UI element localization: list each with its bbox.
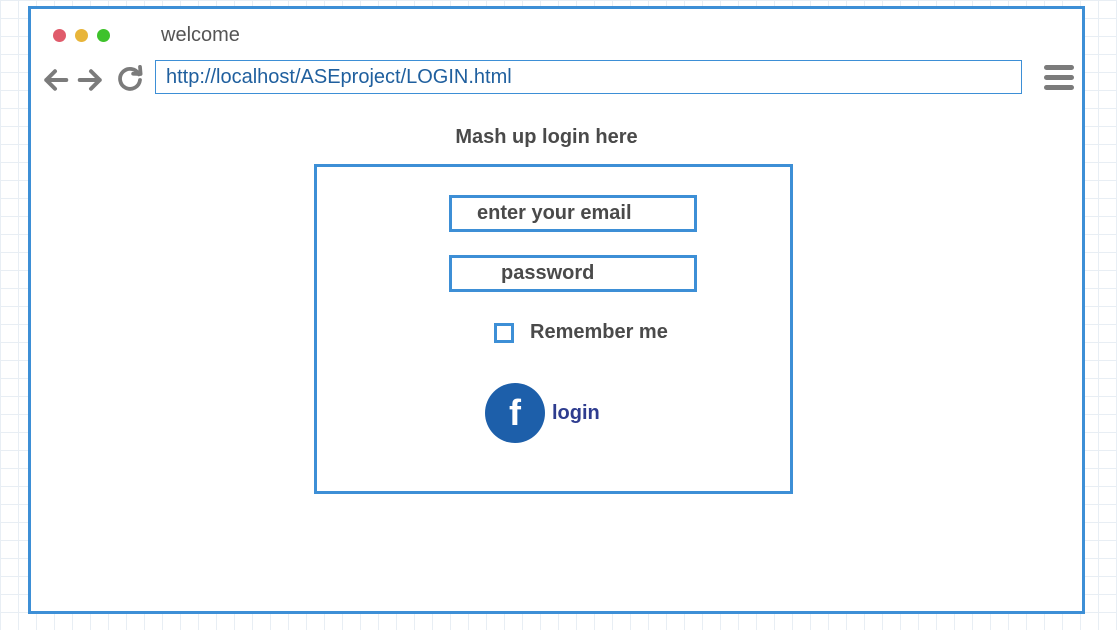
browser-window: welcome http://localhost/ASEproject/LOGI… (28, 6, 1085, 614)
window-controls (53, 29, 110, 42)
login-form: Remember me f login (314, 164, 793, 494)
password-field[interactable] (449, 255, 697, 292)
tab-title: welcome (161, 24, 240, 46)
maximize-dot[interactable] (97, 29, 110, 42)
menu-line (1044, 65, 1074, 70)
page-title: Mash up login here (455, 126, 638, 148)
email-field[interactable] (449, 195, 697, 232)
facebook-icon[interactable]: f (485, 383, 545, 443)
back-arrow-icon[interactable] (40, 65, 70, 95)
minimize-dot[interactable] (75, 29, 88, 42)
forward-arrow-icon[interactable] (76, 65, 106, 95)
menu-line (1044, 75, 1074, 80)
facebook-login-button[interactable]: f login (485, 383, 600, 443)
remember-me-checkbox[interactable] (494, 322, 514, 343)
login-link[interactable]: login (552, 402, 600, 425)
remember-me-label: Remember me (530, 321, 668, 343)
address-bar[interactable]: http://localhost/ASEproject/LOGIN.html (155, 60, 1022, 94)
close-dot[interactable] (53, 29, 66, 42)
remember-me-row: Remember me (494, 321, 668, 344)
reload-icon[interactable] (115, 65, 145, 95)
hamburger-menu-icon[interactable] (1044, 65, 1074, 93)
menu-line (1044, 85, 1074, 90)
